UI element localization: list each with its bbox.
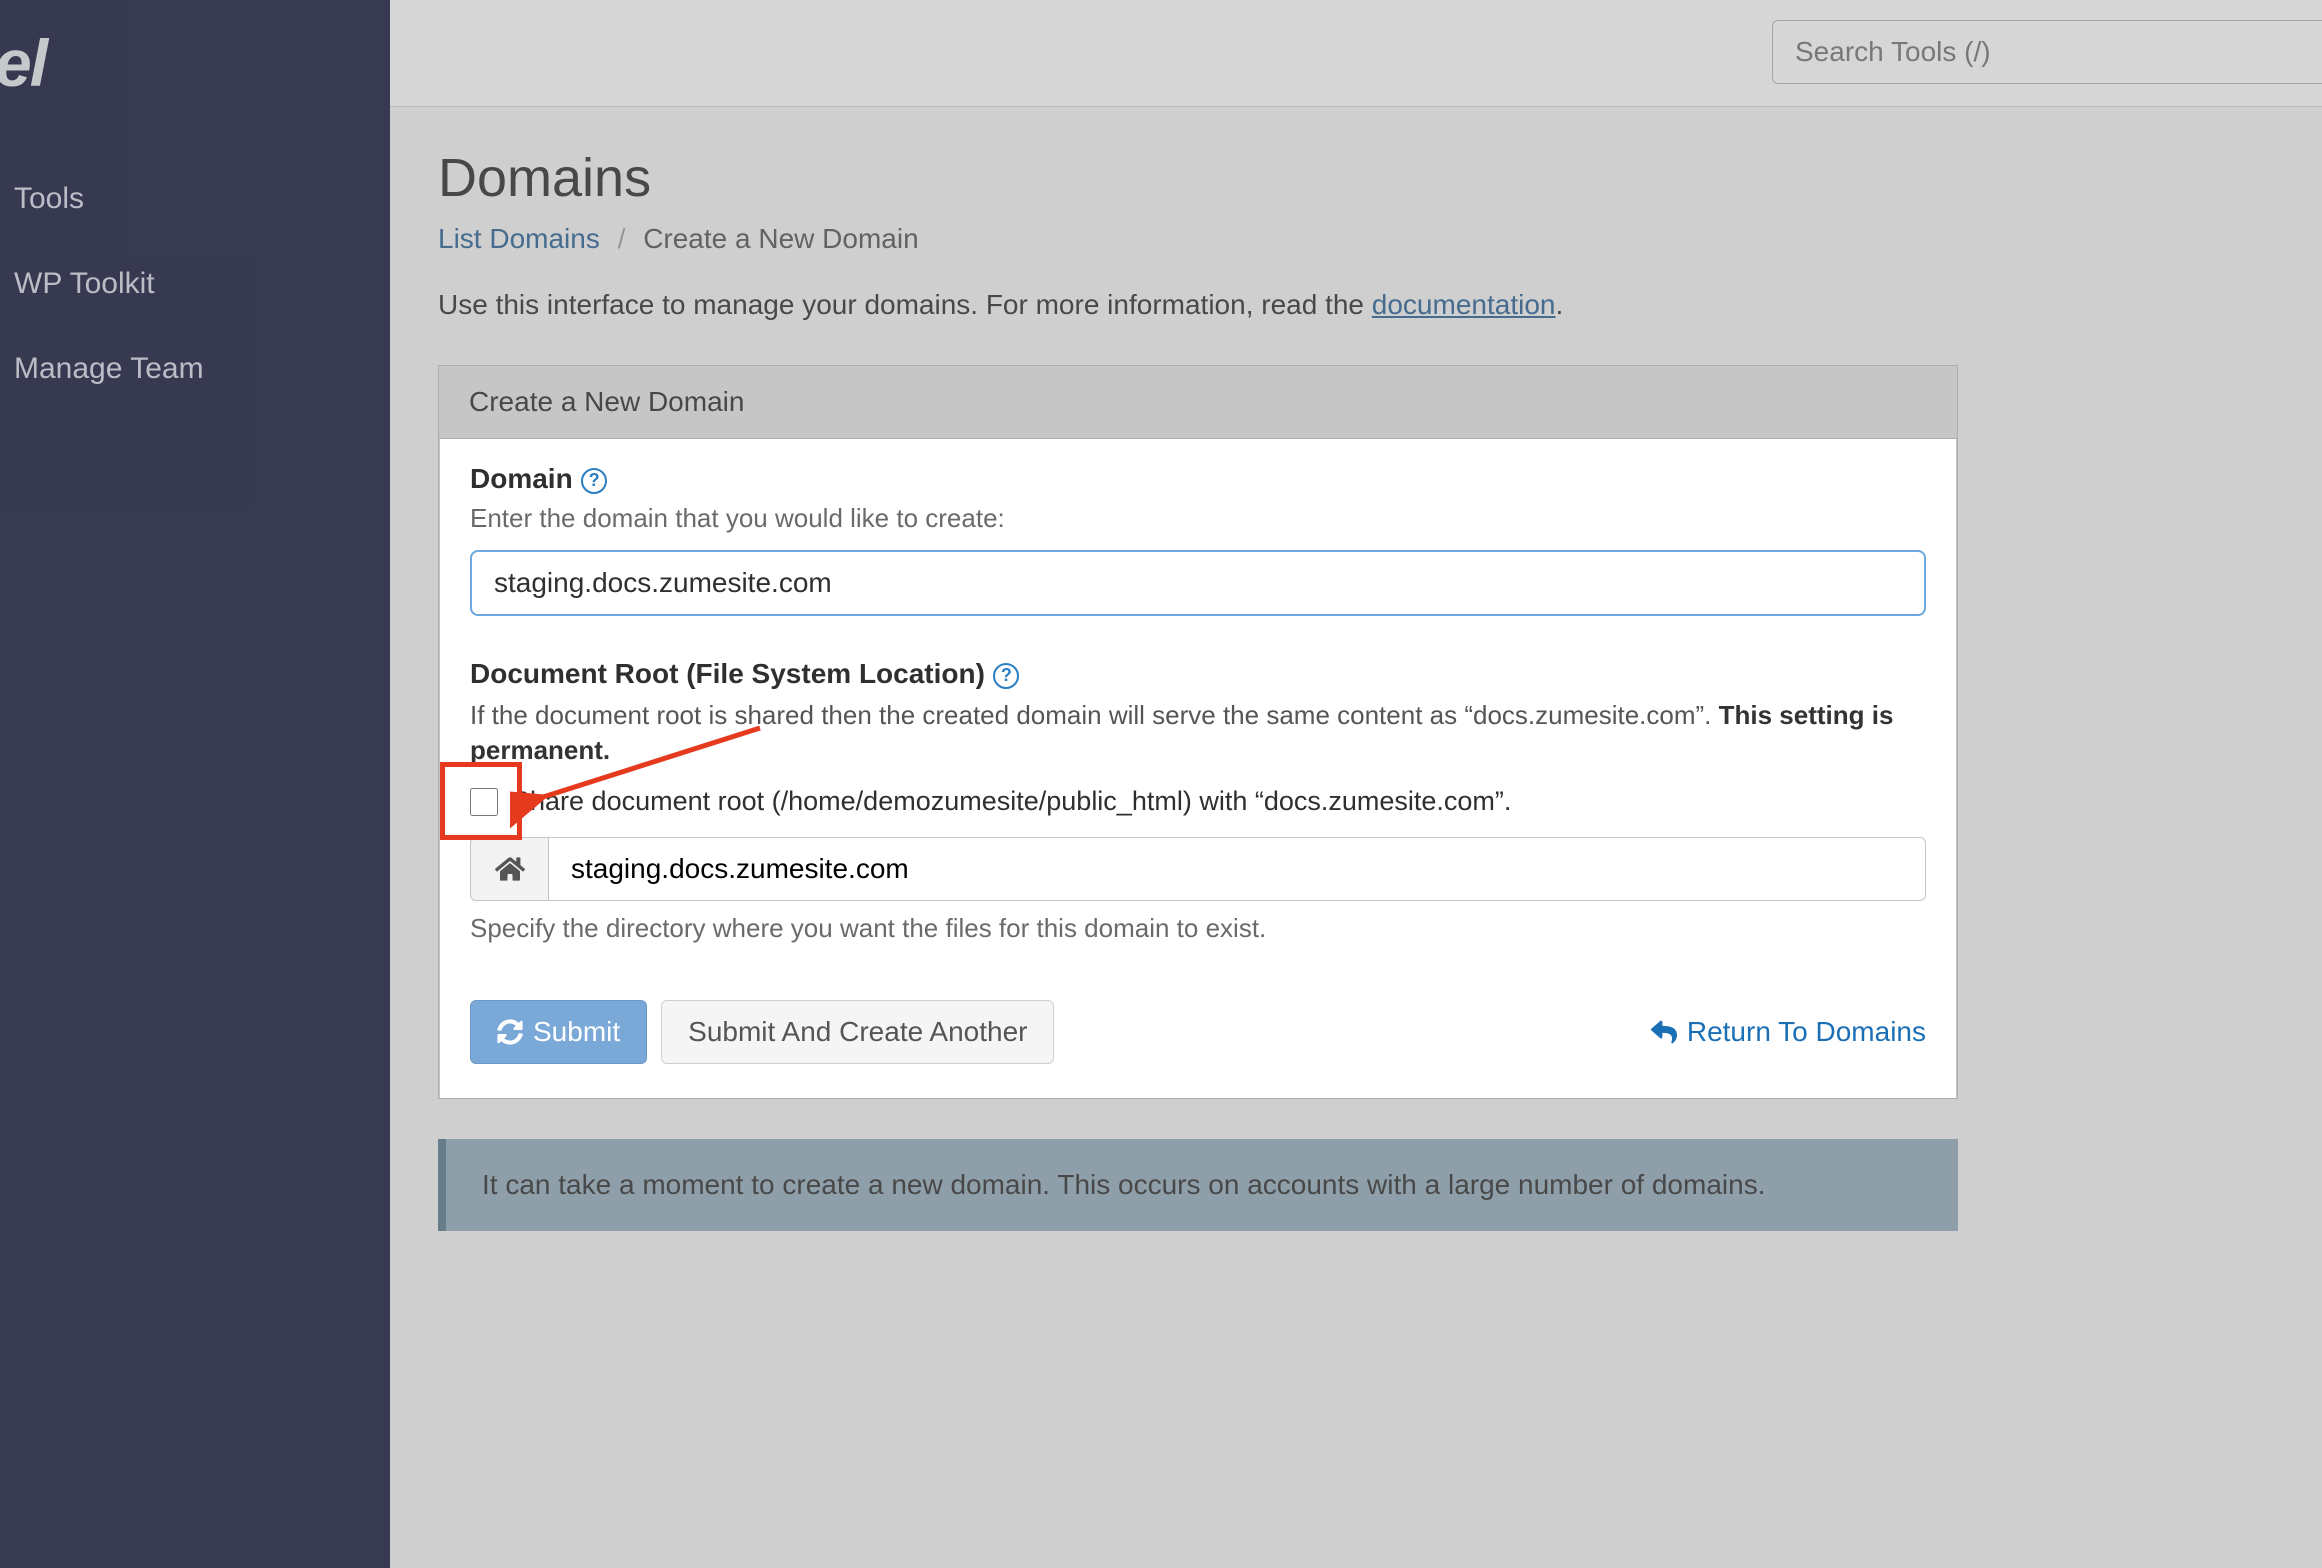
domain-hint: Enter the domain that you would like to … [470, 503, 1926, 534]
sidebar-item-manage-team[interactable]: Manage Team [0, 326, 390, 411]
docroot-description: If the document root is shared then the … [470, 698, 1926, 768]
return-to-domains-link[interactable]: Return To Domains [1651, 1016, 1926, 1048]
home-icon [470, 837, 548, 901]
breadcrumb: List Domains / Create a New Domain [438, 223, 2274, 255]
breadcrumb-current: Create a New Domain [643, 223, 918, 254]
alert-text: It can take a moment to create a new dom… [482, 1169, 1765, 1200]
return-label: Return To Domains [1687, 1016, 1926, 1048]
documentation-link[interactable]: documentation [1372, 289, 1556, 320]
help-icon[interactable]: ? [581, 468, 607, 494]
sidebar-item-wp-toolkit[interactable]: WP Toolkit [0, 241, 390, 326]
logo: Panel [0, 25, 390, 101]
submit-another-label: Submit And Create Another [688, 1016, 1027, 1048]
topbar [390, 0, 2322, 107]
search-input[interactable] [1772, 20, 2322, 84]
docroot-input[interactable] [548, 837, 1926, 901]
domain-label: Domain [470, 463, 573, 495]
page-title: Domains [438, 147, 2274, 209]
docroot-spec-hint: Specify the directory where you want the… [470, 913, 1926, 944]
submit-button[interactable]: Submit [470, 1000, 647, 1064]
breadcrumb-separator: / [618, 223, 626, 254]
submit-button-label: Submit [533, 1016, 620, 1048]
docroot-desc-pre: If the document root is shared then the … [470, 700, 1719, 730]
sidebar: Panel Tools WP Toolkit Manage Team [0, 0, 390, 1568]
panel-body: Domain ? Enter the domain that you would… [440, 439, 1956, 1098]
help-icon[interactable]: ? [993, 663, 1019, 689]
panel-heading: Create a New Domain [439, 366, 1957, 439]
domain-input[interactable] [470, 550, 1926, 616]
docroot-label: Document Root (File System Location) [470, 658, 985, 690]
intro-pre: Use this interface to manage your domain… [438, 289, 1372, 320]
share-docroot-label: Share document root (/home/demozumesite/… [512, 786, 1511, 817]
share-docroot-checkbox[interactable] [470, 788, 498, 816]
sidebar-item-tools[interactable]: Tools [0, 156, 390, 241]
sidebar-nav: Tools WP Toolkit Manage Team [0, 156, 390, 411]
info-alert: It can take a moment to create a new dom… [438, 1139, 1958, 1231]
intro-post: . [1555, 289, 1563, 320]
refresh-icon [497, 1019, 523, 1045]
intro-text: Use this interface to manage your domain… [438, 289, 2274, 321]
breadcrumb-link-list-domains[interactable]: List Domains [438, 223, 600, 254]
reply-icon [1651, 1019, 1677, 1045]
submit-create-another-button[interactable]: Submit And Create Another [661, 1000, 1054, 1064]
